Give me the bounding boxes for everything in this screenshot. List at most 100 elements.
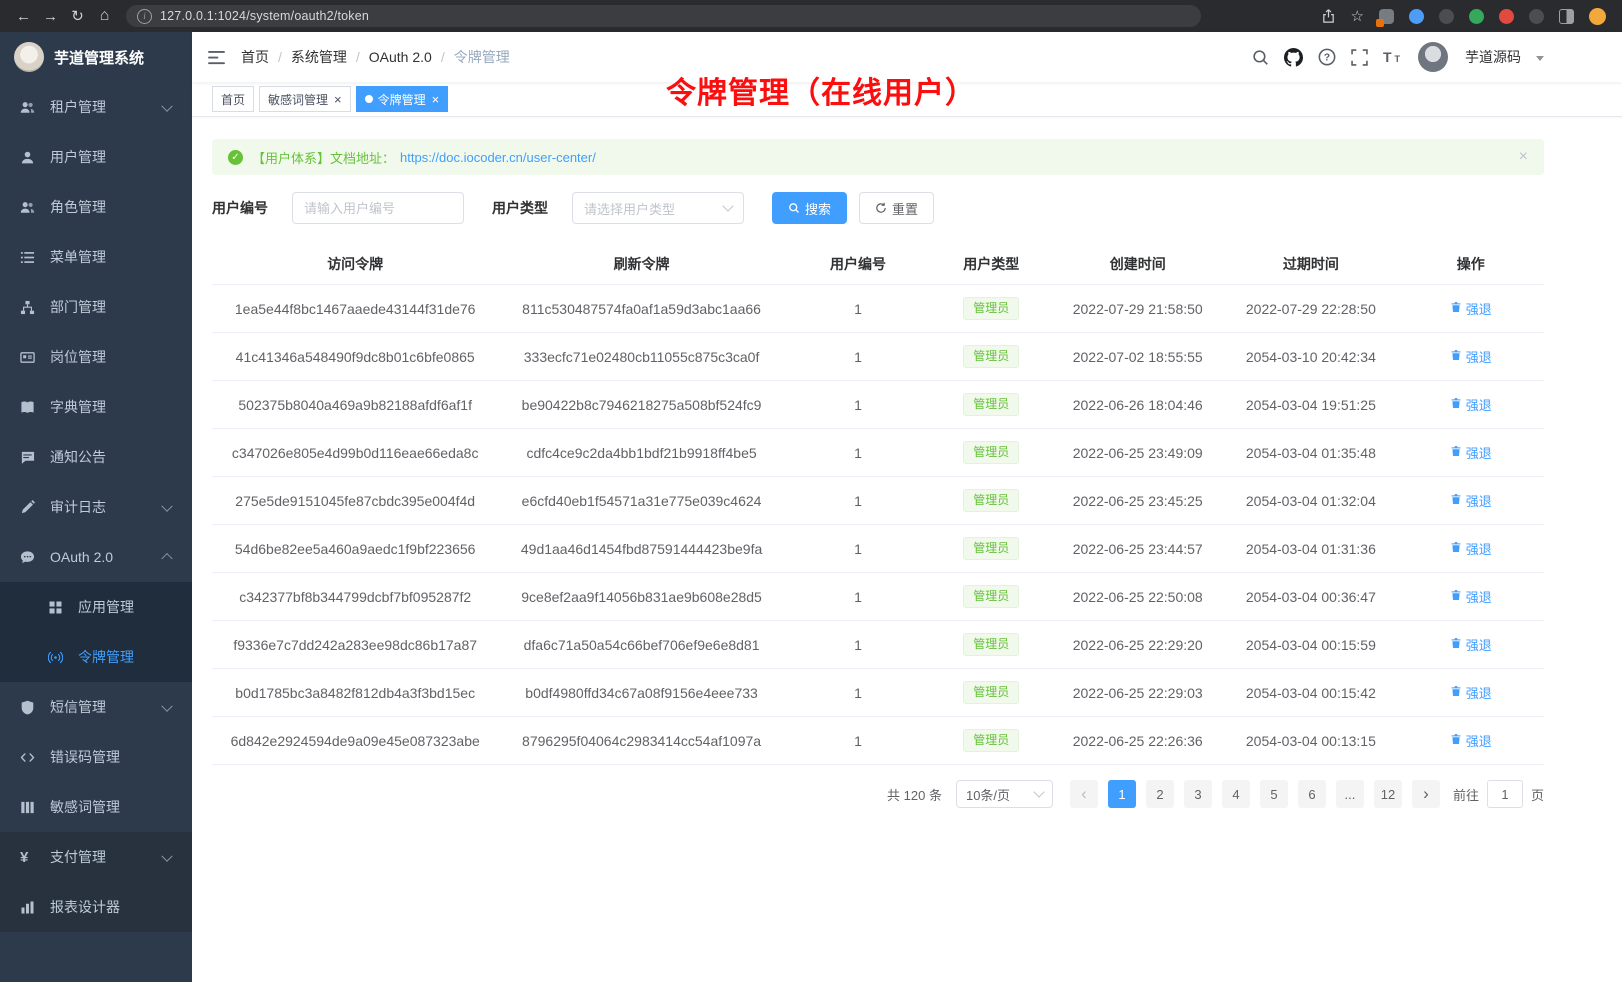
sidebar-item-menu[interactable]: 菜单管理 [0, 232, 192, 282]
sidebar-item-error-code[interactable]: 错误码管理 [0, 732, 192, 782]
url-text[interactable]: 127.0.0.1:1024/system/oauth2/token [160, 9, 369, 23]
breadcrumb-item[interactable]: 首页 [241, 47, 269, 67]
sidebar-item-label: 字典管理 [50, 397, 106, 417]
sidebar-item-audit-log[interactable]: 审计日志 [0, 482, 192, 532]
alert-close-icon[interactable] [1519, 148, 1528, 166]
search-icon[interactable] [1252, 49, 1269, 66]
extension-icon-1[interactable] [1379, 9, 1394, 24]
split-view-icon[interactable] [1559, 9, 1574, 24]
user-type-select[interactable]: 请选择用户类型 [572, 192, 744, 224]
user-type-label: 用户类型 [492, 198, 548, 218]
bookmark-star-icon[interactable] [1351, 7, 1364, 25]
app-logo[interactable]: 芋道管理系统 [0, 32, 192, 82]
user-avatar[interactable] [1418, 42, 1448, 72]
extension-icon-5[interactable] [1529, 9, 1544, 24]
breadcrumb-item[interactable]: 系统管理 [291, 47, 347, 67]
sidebar-item-label: 审计日志 [50, 497, 106, 517]
table-header-row: 访问令牌刷新令牌用户编号用户类型创建时间过期时间操作 [212, 244, 1544, 285]
extensions-puzzle-icon[interactable] [1499, 9, 1514, 24]
back-button[interactable] [10, 3, 37, 29]
browser-profile-avatar[interactable] [1589, 8, 1606, 25]
force-logout-button[interactable]: 强退 [1450, 539, 1492, 558]
tab-sensitive-word[interactable]: 敏感词管理 [259, 86, 351, 112]
sidebar-item-oauth2-app[interactable]: 应用管理 [0, 582, 192, 632]
total-count: 共 120 条 [887, 785, 942, 804]
sidebar-item-dict[interactable]: 字典管理 [0, 382, 192, 432]
sidebar-item-label: 用户管理 [50, 147, 106, 167]
sidebar-item-oauth2-token[interactable]: 令牌管理 [0, 632, 192, 682]
breadcrumb-item[interactable]: OAuth 2.0 [369, 49, 432, 65]
force-logout-button[interactable]: 强退 [1450, 731, 1492, 750]
delete-icon [1450, 349, 1462, 364]
font-size-icon[interactable]: TT [1383, 49, 1403, 65]
sidebar-item-post[interactable]: 岗位管理 [0, 332, 192, 382]
tab-home[interactable]: 首页 [212, 86, 254, 112]
delete-icon [1450, 445, 1462, 460]
goto-page-input[interactable] [1487, 780, 1523, 808]
share-icon[interactable] [1321, 8, 1336, 24]
site-info-icon[interactable] [137, 9, 152, 24]
tab-close-icon[interactable] [334, 92, 342, 107]
sidebar-item-oauth2[interactable]: OAuth 2.0 [0, 532, 192, 582]
extension-icon-2[interactable] [1409, 9, 1424, 24]
created-time-cell: 2022-06-25 22:26:36 [1051, 733, 1224, 749]
action-cell: 强退 [1397, 731, 1544, 750]
home-button[interactable] [91, 3, 118, 29]
created-time-cell: 2022-06-25 23:45:25 [1051, 493, 1224, 509]
signal-icon [48, 650, 65, 665]
action-cell: 强退 [1397, 395, 1544, 414]
alert-link[interactable]: https://doc.iocoder.cn/user-center/ [400, 150, 596, 165]
pagination-more[interactable]: ... [1336, 780, 1364, 808]
sidebar-item-sms[interactable]: 短信管理 [0, 682, 192, 732]
breadcrumb-separator: / [278, 49, 282, 65]
page-button-4[interactable]: 4 [1222, 780, 1250, 808]
extension-icon-4[interactable] [1469, 9, 1484, 24]
tree-icon [20, 300, 37, 315]
page-button-3[interactable]: 3 [1184, 780, 1212, 808]
delete-icon [1450, 493, 1462, 508]
page-button-1[interactable]: 1 [1108, 780, 1136, 808]
force-logout-button[interactable]: 强退 [1450, 347, 1492, 366]
address-bar[interactable]: 127.0.0.1:1024/system/oauth2/token [126, 5, 1201, 27]
page-button-6[interactable]: 6 [1298, 780, 1326, 808]
sidebar-item-tenant[interactable]: 租户管理 [0, 82, 192, 132]
sidebar-item-label: 租户管理 [50, 97, 106, 117]
user-id-input[interactable] [292, 192, 464, 224]
force-logout-button[interactable]: 强退 [1450, 587, 1492, 606]
github-icon[interactable] [1284, 48, 1303, 67]
next-page-button[interactable] [1412, 780, 1440, 808]
sidebar-item-label: 菜单管理 [50, 247, 106, 267]
page-button-5[interactable]: 5 [1260, 780, 1288, 808]
tab-close-icon[interactable] [432, 92, 440, 107]
extension-icon-3[interactable] [1439, 9, 1454, 24]
tab-token[interactable]: 令牌管理 [356, 86, 449, 112]
force-logout-button[interactable]: 强退 [1450, 443, 1492, 462]
force-logout-button[interactable]: 强退 [1450, 299, 1492, 318]
sidebar-item-user[interactable]: 用户管理 [0, 132, 192, 182]
page-size-select[interactable]: 10条/页 [956, 780, 1053, 808]
sidebar-item-sensitive-word[interactable]: 敏感词管理 [0, 782, 192, 832]
prev-page-button[interactable] [1070, 780, 1098, 808]
reload-button[interactable] [64, 3, 91, 29]
page-button-12[interactable]: 12 [1374, 780, 1402, 808]
user-name[interactable]: 芋道源码 [1465, 47, 1521, 67]
force-logout-button[interactable]: 强退 [1450, 491, 1492, 510]
force-logout-button[interactable]: 强退 [1450, 635, 1492, 654]
search-button-label: 搜索 [805, 199, 831, 218]
page-button-2[interactable]: 2 [1146, 780, 1174, 808]
sidebar-item-dept[interactable]: 部门管理 [0, 282, 192, 332]
app-title: 芋道管理系统 [54, 47, 144, 68]
search-button[interactable]: 搜索 [772, 192, 847, 224]
sidebar-item-report[interactable]: 报表设计器 [0, 882, 192, 932]
sidebar-item-notice[interactable]: 通知公告 [0, 432, 192, 482]
tabs-bar: 首页敏感词管理令牌管理 [192, 82, 1622, 117]
force-logout-button[interactable]: 强退 [1450, 395, 1492, 414]
force-logout-button[interactable]: 强退 [1450, 683, 1492, 702]
fullscreen-icon[interactable] [1351, 49, 1368, 66]
sidebar-item-pay[interactable]: ¥支付管理 [0, 832, 192, 882]
sidebar-item-role[interactable]: 角色管理 [0, 182, 192, 232]
help-icon[interactable]: ? [1318, 48, 1336, 66]
reset-button[interactable]: 重置 [859, 192, 934, 224]
hamburger-icon[interactable] [208, 50, 225, 65]
forward-button[interactable] [37, 3, 64, 29]
